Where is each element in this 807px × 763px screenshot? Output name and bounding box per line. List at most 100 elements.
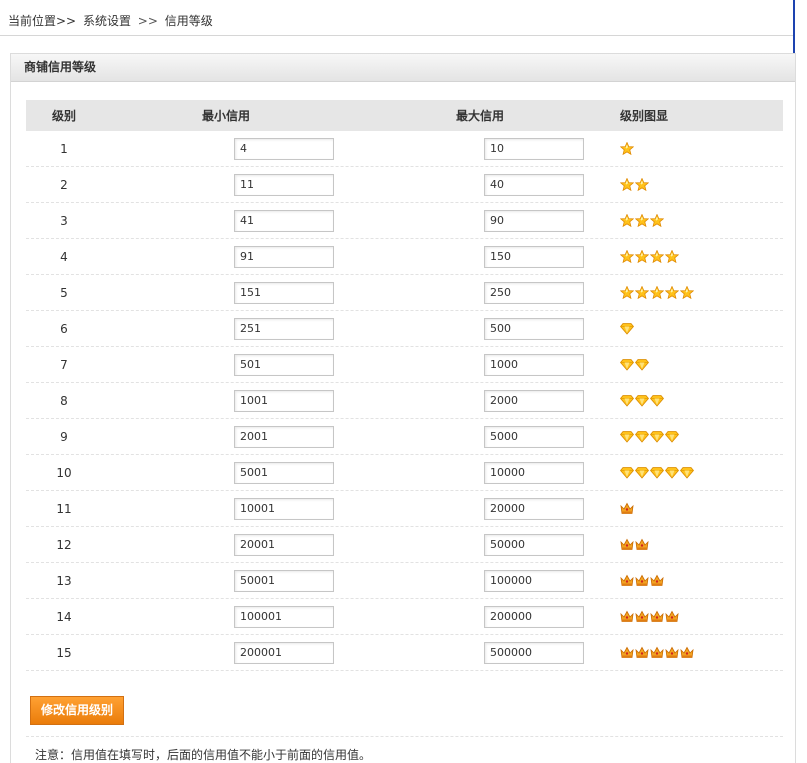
level-icons <box>602 394 783 407</box>
level-icons <box>602 466 783 479</box>
star-icon <box>650 214 664 227</box>
table-row: 11 <box>26 491 783 527</box>
crown-icon <box>665 610 679 622</box>
table-row: 12 <box>26 527 783 563</box>
diamond-icon <box>620 395 634 407</box>
crown-icon <box>635 610 649 622</box>
max-credit-cell <box>352 533 602 556</box>
max-credit-input[interactable] <box>484 281 584 304</box>
max-credit-input[interactable] <box>484 389 584 412</box>
update-credit-level-button[interactable]: 修改信用级别 <box>30 696 124 725</box>
star-icon <box>620 214 634 227</box>
diamond-icon <box>680 467 694 479</box>
level-number: 14 <box>56 609 72 624</box>
star-icon <box>665 286 679 299</box>
panel-title: 商铺信用等级 <box>11 54 795 82</box>
note-text: 注意：信用值在填写时，后面的信用值不能小于前面的信用值。 <box>35 748 372 762</box>
min-credit-input[interactable] <box>234 641 334 664</box>
min-credit-cell <box>102 173 352 196</box>
max-credit-input[interactable] <box>484 353 584 376</box>
max-credit-input[interactable] <box>484 533 584 556</box>
crown-icon <box>620 502 634 514</box>
max-credit-cell <box>352 461 602 484</box>
header-divider <box>0 35 793 36</box>
crown-icon <box>620 574 634 586</box>
table-row: 14 <box>26 599 783 635</box>
max-credit-input[interactable] <box>484 497 584 520</box>
level-icons <box>602 142 783 155</box>
min-credit-input[interactable] <box>234 605 334 628</box>
max-credit-input[interactable] <box>484 245 584 268</box>
breadcrumb-item-settings[interactable]: 系统设置 <box>83 14 131 28</box>
star-icon <box>620 142 634 155</box>
max-credit-input[interactable] <box>484 209 584 232</box>
crown-icon <box>650 646 664 658</box>
max-credit-cell <box>352 389 602 412</box>
crown-icon <box>620 646 634 658</box>
min-credit-input[interactable] <box>234 353 334 376</box>
min-credit-input[interactable] <box>234 281 334 304</box>
diamond-icon <box>635 467 649 479</box>
credit-level-table: 级别 最小信用 最大信用 级别图显 123456789101112131415 <box>26 100 783 671</box>
table-row: 8 <box>26 383 783 419</box>
header-min-credit: 最小信用 <box>202 109 251 123</box>
level-icons <box>602 502 783 515</box>
max-credit-input[interactable] <box>484 425 584 448</box>
min-credit-cell <box>102 569 352 592</box>
min-credit-input[interactable] <box>234 425 334 448</box>
min-credit-input[interactable] <box>234 461 334 484</box>
level-number: 9 <box>60 429 68 444</box>
header-max-credit: 最大信用 <box>456 109 505 123</box>
level-number: 12 <box>56 537 72 552</box>
breadcrumb-item-credit[interactable]: 信用等级 <box>165 14 213 28</box>
breadcrumb-separator: >> <box>137 14 158 28</box>
min-credit-input[interactable] <box>234 497 334 520</box>
max-credit-input[interactable] <box>484 173 584 196</box>
table-header: 级别 最小信用 最大信用 级别图显 <box>26 100 783 131</box>
max-credit-input[interactable] <box>484 641 584 664</box>
table-row: 3 <box>26 203 783 239</box>
crown-icon <box>650 574 664 586</box>
table-row: 7 <box>26 347 783 383</box>
max-credit-input[interactable] <box>484 137 584 160</box>
min-credit-input[interactable] <box>234 533 334 556</box>
min-credit-cell <box>102 389 352 412</box>
max-credit-input[interactable] <box>484 569 584 592</box>
crown-icon <box>665 646 679 658</box>
star-icon <box>635 286 649 299</box>
min-credit-input[interactable] <box>234 173 334 196</box>
min-credit-cell <box>102 533 352 556</box>
min-credit-input[interactable] <box>234 137 334 160</box>
level-number: 11 <box>56 501 72 516</box>
level-number: 15 <box>56 645 72 660</box>
level-number: 5 <box>60 285 68 300</box>
max-credit-cell <box>352 173 602 196</box>
min-credit-cell <box>102 209 352 232</box>
diamond-icon <box>620 431 634 443</box>
min-credit-input[interactable] <box>234 317 334 340</box>
max-credit-input[interactable] <box>484 605 584 628</box>
max-credit-cell <box>352 281 602 304</box>
star-icon <box>635 214 649 227</box>
min-credit-input[interactable] <box>234 245 334 268</box>
star-icon <box>620 178 634 191</box>
max-credit-input[interactable] <box>484 461 584 484</box>
min-credit-input[interactable] <box>234 209 334 232</box>
level-icons <box>602 574 783 587</box>
breadcrumb: 当前位置>> 系统设置 >> 信用等级 <box>8 12 216 29</box>
crown-icon <box>635 538 649 550</box>
diamond-icon <box>635 359 649 371</box>
level-icons <box>602 178 783 191</box>
table-row: 4 <box>26 239 783 275</box>
min-credit-input[interactable] <box>234 389 334 412</box>
table-row: 15 <box>26 635 783 671</box>
min-credit-cell <box>102 245 352 268</box>
crown-icon <box>635 646 649 658</box>
star-icon <box>680 286 694 299</box>
min-credit-input[interactable] <box>234 569 334 592</box>
max-credit-input[interactable] <box>484 317 584 340</box>
table-row: 6 <box>26 311 783 347</box>
level-icons <box>602 214 783 227</box>
min-credit-cell <box>102 353 352 376</box>
diamond-icon <box>635 431 649 443</box>
